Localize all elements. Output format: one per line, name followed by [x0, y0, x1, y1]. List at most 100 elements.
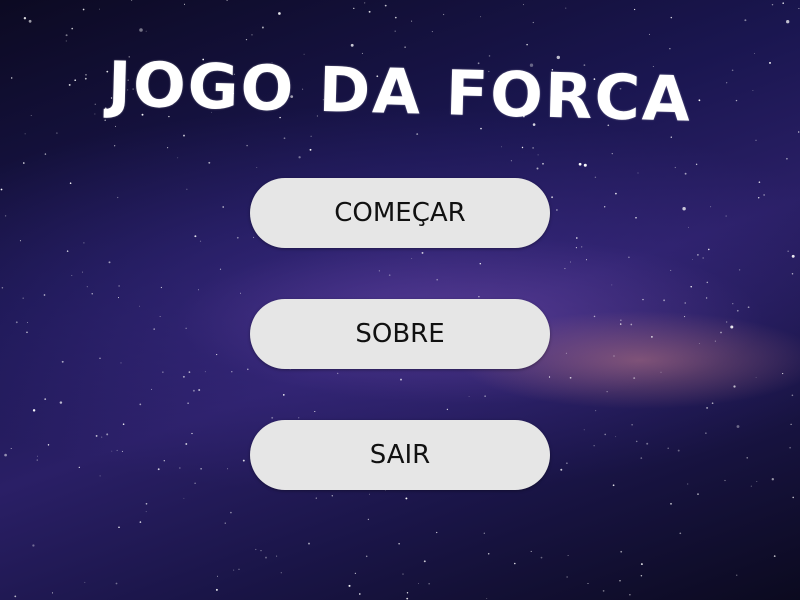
star: [159, 316, 161, 318]
star: [26, 331, 28, 334]
star: [231, 371, 233, 373]
star: [744, 19, 747, 22]
about-button[interactable]: SOBRE: [250, 299, 550, 369]
star: [733, 385, 736, 388]
star: [187, 402, 189, 404]
star: [771, 3, 774, 6]
star: [697, 254, 699, 256]
star: [710, 206, 712, 208]
star: [145, 511, 147, 513]
star: [365, 555, 368, 558]
star: [120, 362, 122, 364]
star: [358, 593, 361, 595]
start-button[interactable]: COMEÇAR: [250, 178, 550, 248]
star: [521, 146, 524, 149]
star: [131, 0, 133, 1]
star: [59, 401, 63, 404]
star: [108, 261, 111, 264]
star: [790, 423, 792, 426]
star: [197, 289, 199, 291]
star: [99, 475, 101, 477]
star: [246, 144, 248, 147]
star: [581, 246, 583, 248]
star: [705, 297, 708, 299]
star: [167, 147, 169, 149]
star: [106, 433, 109, 436]
star: [763, 194, 765, 196]
star: [116, 449, 118, 451]
star: [204, 371, 206, 373]
star: [747, 306, 750, 309]
star: [526, 43, 528, 46]
star: [278, 12, 281, 15]
star: [65, 40, 67, 42]
star: [674, 166, 676, 169]
star: [19, 240, 21, 242]
star: [566, 462, 568, 465]
star: [227, 468, 229, 470]
star: [84, 581, 86, 583]
star: [566, 576, 568, 578]
star: [575, 247, 577, 249]
star: [418, 582, 419, 584]
star: [720, 331, 722, 334]
star: [670, 269, 672, 271]
star: [500, 146, 502, 148]
star: [111, 450, 113, 452]
star: [185, 327, 187, 329]
star: [145, 502, 148, 505]
star: [200, 468, 202, 470]
star: [224, 522, 226, 524]
star: [522, 4, 525, 6]
star: [569, 376, 572, 379]
star: [628, 256, 630, 259]
star: [486, 597, 488, 600]
exit-button[interactable]: SAIR: [250, 420, 550, 490]
star: [95, 434, 98, 437]
star: [411, 20, 413, 22]
star: [663, 299, 666, 302]
star: [677, 449, 680, 452]
star: [682, 206, 686, 211]
star: [4, 215, 7, 217]
star: [619, 323, 622, 325]
star: [612, 484, 615, 487]
star: [575, 237, 578, 239]
star: [115, 582, 118, 585]
star: [697, 493, 699, 495]
star: [66, 250, 69, 252]
star: [514, 562, 516, 565]
star: [726, 321, 728, 323]
star: [82, 271, 84, 273]
star: [613, 355, 615, 357]
star: [230, 511, 232, 514]
star: [791, 273, 794, 275]
star: [642, 298, 644, 301]
star: [114, 145, 116, 147]
star: [394, 16, 397, 19]
main-menu: COMEÇAR SOBRE SAIR: [250, 178, 550, 541]
star: [540, 556, 543, 559]
star: [542, 162, 544, 165]
star: [233, 569, 235, 571]
star: [56, 132, 58, 134]
star: [698, 342, 700, 344]
star: [115, 125, 116, 127]
star: [69, 182, 72, 184]
star: [631, 423, 633, 426]
star: [192, 389, 195, 392]
star: [406, 597, 409, 600]
star: [786, 157, 788, 160]
star: [308, 542, 310, 545]
star: [183, 134, 185, 137]
star: [138, 305, 140, 307]
star: [602, 590, 605, 592]
star: [750, 485, 752, 487]
star: [595, 410, 597, 412]
star: [695, 163, 698, 166]
star: [787, 250, 789, 252]
star: [633, 377, 636, 380]
star: [22, 297, 24, 299]
star: [732, 303, 734, 305]
star: [786, 20, 790, 24]
